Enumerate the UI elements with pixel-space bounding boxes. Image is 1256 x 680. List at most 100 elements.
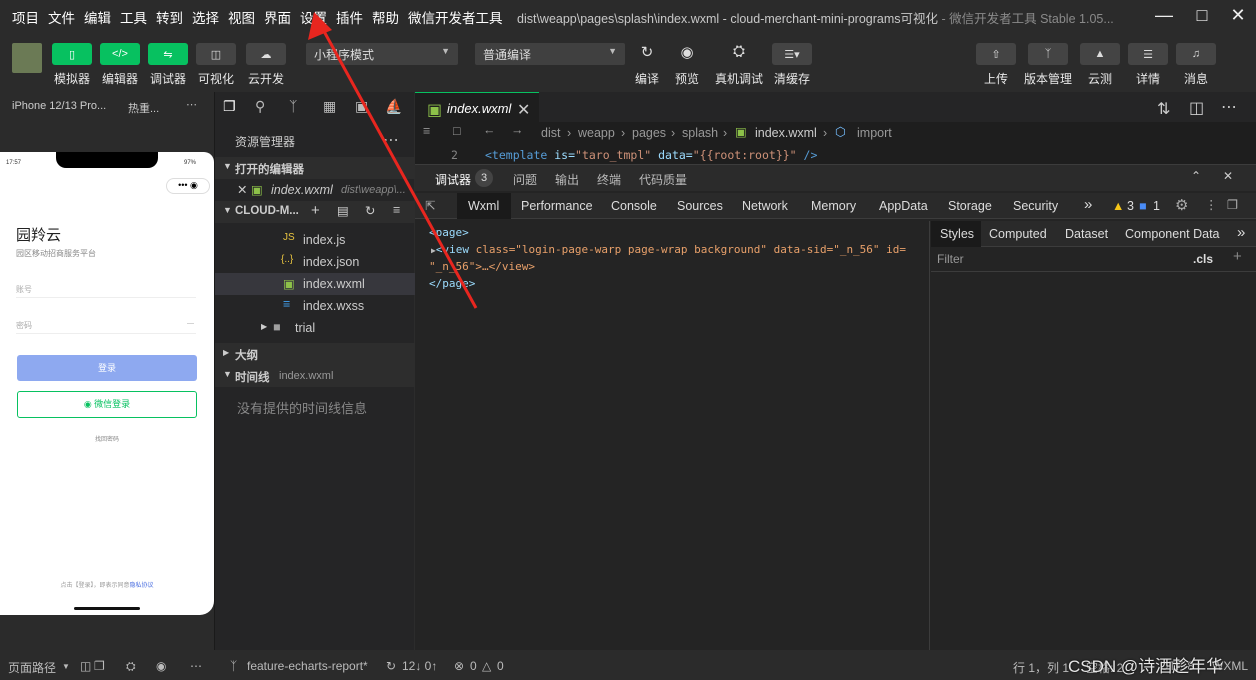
details-button[interactable]: ☰ <box>1128 43 1168 65</box>
devtools-tab-console[interactable]: Console <box>611 199 657 213</box>
file-item[interactable]: ≡ index.wxss <box>215 295 415 317</box>
debugger-tab[interactable]: 调试器 <box>435 171 471 188</box>
cursor-position[interactable]: 行 1，列 1 <box>1013 659 1069 676</box>
new-file-icon[interactable]: + <box>311 202 320 219</box>
source-control-icon[interactable]: ᛉ <box>289 98 297 114</box>
breadcrumb-item[interactable]: dist <box>541 126 560 140</box>
visual-toggle[interactable]: ◫ <box>196 43 236 65</box>
clear-cache-button[interactable]: ☰▾ <box>772 43 812 65</box>
inspect-icon[interactable]: ⇱ <box>425 198 435 213</box>
dom-node-page[interactable]: <page> <box>429 226 469 239</box>
password-input[interactable]: 密码 — <box>16 316 196 334</box>
git-branch[interactable]: feature-echarts-report* <box>247 659 368 673</box>
capsule-menu[interactable]: ••• ◉ <box>166 178 210 194</box>
folder-item[interactable]: ▶ ■ trial <box>215 317 415 339</box>
menu-select[interactable]: 选择 <box>192 7 219 27</box>
menu-project[interactable]: 项目 <box>12 7 39 27</box>
panel-icon[interactable]: ▣ <box>355 98 368 115</box>
devtools-tab-sources[interactable]: Sources <box>677 199 723 213</box>
refresh-icon[interactable]: ↻ <box>365 203 375 218</box>
split-editor-icon[interactable]: ◫ <box>1189 98 1204 118</box>
eye-icon[interactable]: ◉ <box>672 43 702 61</box>
dock-icon[interactable]: ❐ <box>1227 197 1238 212</box>
devtools-tab-appdata[interactable]: AppData <box>879 199 928 213</box>
devtools-tab-wxml[interactable]: Wxml <box>457 193 511 219</box>
close-icon[interactable]: ✕ <box>1223 169 1233 183</box>
eye-icon[interactable]: ◉ <box>156 659 166 673</box>
menu-view[interactable]: 视图 <box>228 7 255 27</box>
page-path-label[interactable]: 页面路径 <box>8 659 56 676</box>
file-item[interactable]: JS index.js <box>215 229 415 251</box>
device-select[interactable]: iPhone 12/13 Pro... <box>12 100 106 112</box>
docker-icon[interactable]: ⛵ <box>385 98 402 115</box>
code-line[interactable]: 2 <template is="taro_tmpl" data="{{root:… <box>415 144 1256 162</box>
gear-icon[interactable]: ⚙ <box>1175 196 1188 214</box>
error-count[interactable]: 0 <box>470 659 477 673</box>
file-item[interactable]: {..} index.json <box>215 251 415 273</box>
devtools-tab-storage[interactable]: Storage <box>948 199 992 213</box>
devtools-tab-memory[interactable]: Memory <box>811 199 856 213</box>
output-tab[interactable]: 输出 <box>555 171 579 188</box>
menu-goto[interactable]: 转到 <box>156 7 183 27</box>
version-button[interactable]: ᛉ <box>1028 43 1068 65</box>
simulator-toggle[interactable]: ▯ <box>52 43 92 65</box>
close-icon[interactable]: ✕ <box>517 100 530 120</box>
menu-edit[interactable]: 编辑 <box>84 7 111 27</box>
more-icon[interactable]: ⋯ <box>186 98 197 111</box>
styles-filter-input[interactable]: Filter <box>931 247 1181 271</box>
menu-wechat-devtools[interactable]: 微信开发者工具 <box>408 7 503 27</box>
forward-arrow-icon[interactable]: → <box>511 123 524 137</box>
menu-interface[interactable]: 界面 <box>264 7 291 27</box>
sync-status[interactable]: 12↓ 0↑ <box>402 659 437 673</box>
info-icon[interactable]: ■ <box>1139 199 1147 213</box>
menu-help[interactable]: 帮助 <box>372 7 399 27</box>
dataset-tab[interactable]: Dataset <box>1065 227 1108 241</box>
dom-node-view[interactable]: ▶<view class="login-page-warp page-wrap … <box>431 243 906 256</box>
files-icon[interactable]: ❐ <box>223 98 236 115</box>
breadcrumb-item[interactable]: splash <box>682 126 718 140</box>
warning-count[interactable]: 0 <box>497 659 504 673</box>
overflow-tabs-icon[interactable]: » <box>1084 196 1092 213</box>
avatar[interactable] <box>12 43 42 73</box>
overflow-tabs-icon[interactable]: » <box>1237 224 1245 241</box>
cloud-test-button[interactable]: ▲ <box>1080 43 1120 65</box>
list-icon[interactable]: ≡ <box>423 124 430 138</box>
maximize-button[interactable]: □ <box>1190 4 1214 26</box>
styles-tab[interactable]: Styles <box>931 221 981 247</box>
login-button[interactable]: 登录 <box>17 355 197 381</box>
search-icon[interactable]: ⚲ <box>255 98 265 115</box>
editor-toggle[interactable]: </> <box>100 43 140 65</box>
add-rule-icon[interactable]: + <box>1233 248 1242 265</box>
open-editor-item[interactable]: ✕ ▣ index.wxml dist\weapp\... <box>215 179 415 201</box>
cls-toggle[interactable]: .cls <box>1193 252 1213 266</box>
upload-button[interactable]: ⇧ <box>976 43 1016 65</box>
code-quality-tab[interactable]: 代码质量 <box>639 171 687 188</box>
chevron-up-icon[interactable]: ⌃ <box>1191 169 1201 183</box>
forgot-password-link[interactable]: 找回密码 <box>0 434 214 443</box>
collapse-icon[interactable]: ≡ <box>393 203 400 217</box>
breadcrumb-item[interactable]: weapp <box>578 126 615 140</box>
messages-button[interactable]: ♫ <box>1176 43 1216 65</box>
cloud-dev-toggle[interactable]: ☁ <box>246 43 286 65</box>
menu-tools[interactable]: 工具 <box>120 7 147 27</box>
close-icon[interactable]: ✕ <box>237 182 247 197</box>
account-input[interactable]: 账号 <box>16 280 196 298</box>
privacy-agreement-link[interactable]: 隐私协议 <box>130 583 154 589</box>
open-editors-header[interactable]: ▼ 打开的编辑器 <box>215 157 415 179</box>
new-folder-icon[interactable]: ▤ <box>337 203 349 218</box>
compare-icon[interactable]: ⇅ <box>1157 99 1170 119</box>
extensions-icon[interactable]: ▦ <box>323 98 336 115</box>
menu-settings[interactable]: 设置 <box>300 7 327 27</box>
hot-reload-toggle[interactable]: 热重... <box>128 100 159 116</box>
devtools-tab-network[interactable]: Network <box>742 199 788 213</box>
warning-icon[interactable]: ▲ <box>1112 199 1124 213</box>
timeline-header[interactable]: ▼ 时间线 index.wxml <box>215 365 415 387</box>
outline-header[interactable]: ▶ 大纲 <box>215 343 415 365</box>
page-info-icon[interactable]: ◫ <box>80 659 91 673</box>
more-vertical-icon[interactable]: ⋮ <box>1205 197 1218 212</box>
issues-tab[interactable]: 问题 <box>513 171 537 188</box>
component-data-tab[interactable]: Component Data <box>1125 227 1220 241</box>
mode-select[interactable]: 小程序模式 ▼ <box>306 43 458 65</box>
wechat-login-button[interactable]: ◉ 微信登录 <box>17 391 197 418</box>
minimize-button[interactable]: — <box>1152 4 1176 26</box>
